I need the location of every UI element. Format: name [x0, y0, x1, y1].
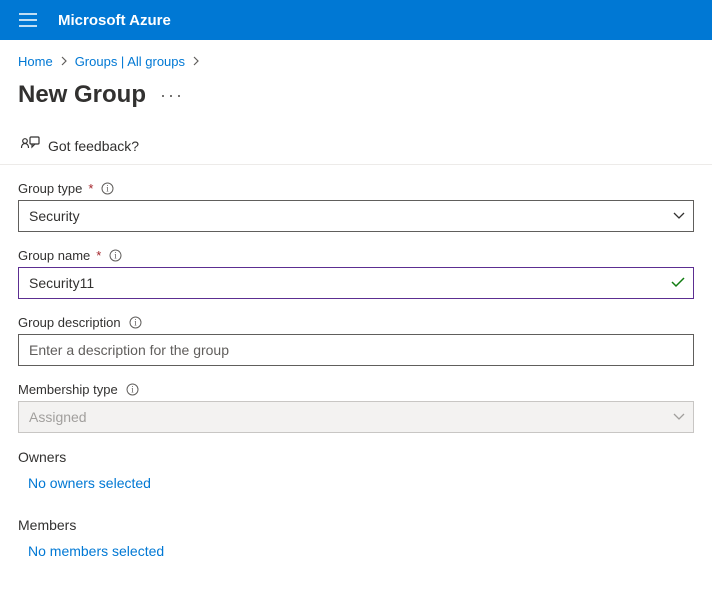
page-title-row: New Group ···	[0, 73, 712, 129]
svg-text:i: i	[107, 184, 110, 194]
top-bar: Microsoft Azure	[0, 0, 712, 40]
required-asterisk: *	[88, 181, 93, 196]
owners-heading: Owners	[18, 449, 694, 465]
chevron-right-icon	[60, 54, 68, 69]
feedback-button[interactable]: Got feedback?	[0, 129, 712, 165]
breadcrumb: Home Groups | All groups	[0, 40, 712, 73]
breadcrumb-home[interactable]: Home	[18, 54, 53, 69]
svg-text:i: i	[131, 385, 134, 395]
group-name-input[interactable]	[18, 267, 694, 299]
membership-type-label: Membership type	[18, 382, 118, 397]
group-name-label-row: Group name * i	[18, 248, 694, 263]
group-type-value: Security	[29, 208, 80, 224]
page-title: New Group	[18, 81, 146, 109]
hamburger-icon	[19, 13, 37, 27]
membership-type-label-row: Membership type i	[18, 382, 694, 397]
group-description-input[interactable]	[18, 334, 694, 366]
feedback-label: Got feedback?	[48, 138, 139, 154]
group-type-label-row: Group type * i	[18, 181, 694, 196]
required-asterisk: *	[96, 248, 101, 263]
members-link[interactable]: No members selected	[28, 543, 164, 559]
group-description-label: Group description	[18, 315, 121, 330]
brand-title: Microsoft Azure	[58, 12, 171, 29]
feedback-icon	[20, 135, 40, 156]
field-group-type: Group type * i Security	[18, 181, 694, 232]
group-description-label-row: Group description i	[18, 315, 694, 330]
field-group-name: Group name * i	[18, 248, 694, 299]
svg-text:i: i	[115, 251, 118, 261]
owners-link[interactable]: No owners selected	[28, 475, 151, 491]
info-icon[interactable]: i	[101, 182, 114, 195]
membership-type-value: Assigned	[29, 409, 87, 425]
hamburger-menu-button[interactable]	[8, 0, 48, 40]
field-membership-type: Membership type i Assigned	[18, 382, 694, 433]
field-group-description: Group description i	[18, 315, 694, 366]
svg-text:i: i	[134, 318, 137, 328]
group-type-label: Group type	[18, 181, 82, 196]
info-icon[interactable]: i	[109, 249, 122, 262]
more-actions-button[interactable]: ···	[160, 85, 184, 106]
form-area: Group type * i Security Group name * i	[0, 165, 712, 593]
chevron-right-icon	[192, 54, 200, 69]
info-icon[interactable]: i	[126, 383, 139, 396]
breadcrumb-groups[interactable]: Groups | All groups	[75, 54, 185, 69]
membership-type-select: Assigned	[18, 401, 694, 433]
group-name-label: Group name	[18, 248, 90, 263]
info-icon[interactable]: i	[129, 316, 142, 329]
group-type-select[interactable]: Security	[18, 200, 694, 232]
members-heading: Members	[18, 517, 694, 533]
